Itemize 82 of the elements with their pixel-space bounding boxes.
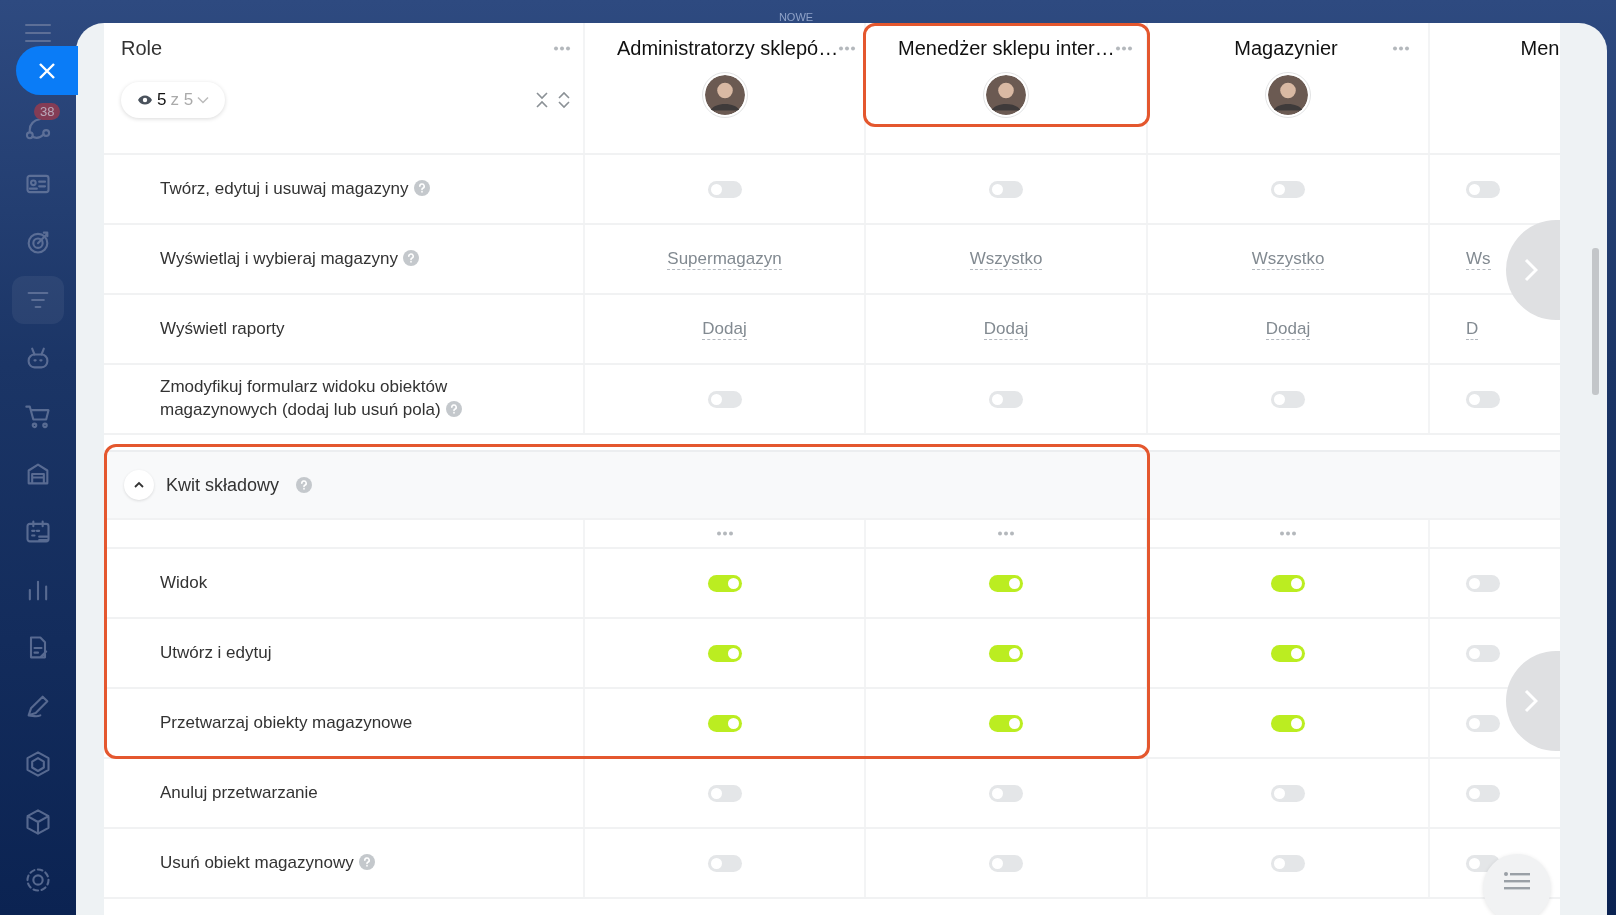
more-icon[interactable]: [1279, 531, 1297, 536]
value-link[interactable]: Dodaj: [983, 318, 1029, 340]
column-title: Role: [121, 37, 163, 60]
toggle-switch[interactable]: [1271, 784, 1305, 802]
permission-label: Przetwarzaj obiekty magazynowe: [160, 711, 413, 734]
toggle-switch[interactable]: [1466, 714, 1500, 732]
more-icon[interactable]: [715, 531, 734, 536]
toggle-switch[interactable]: [1466, 390, 1500, 408]
role-name: Administratorzy sklepó…: [617, 37, 839, 60]
permission-label: Widok: [160, 571, 208, 594]
toggle-switch[interactable]: [1271, 714, 1305, 732]
more-icon[interactable]: [997, 531, 1015, 536]
value-link[interactable]: Wszystko: [969, 248, 1043, 270]
top-label: NOWE: [778, 11, 814, 23]
more-icon[interactable]: [1392, 46, 1410, 51]
list-icon: [1504, 872, 1530, 890]
chevron-right-icon: [1524, 689, 1538, 713]
toggle-switch[interactable]: [707, 784, 742, 802]
help-icon[interactable]: [402, 249, 419, 266]
expand-all-icon[interactable]: [557, 91, 571, 109]
value-link[interactable]: Supermagazyn: [667, 248, 782, 270]
toggle-switch[interactable]: [707, 180, 742, 198]
toggle-switch[interactable]: [707, 644, 742, 662]
more-icon[interactable]: [1114, 46, 1133, 51]
more-icon[interactable]: [838, 46, 857, 51]
permission-label: Wyświetlaj i wybieraj magazyny: [160, 247, 419, 271]
visible-roles-filter[interactable]: 5 z 5: [121, 82, 226, 118]
permission-label: Wyświetl raporty: [160, 317, 285, 340]
toggle-switch[interactable]: [1271, 854, 1305, 872]
toggle-switch[interactable]: [1271, 180, 1305, 198]
value-link[interactable]: D: [1466, 318, 1479, 340]
toggle-switch[interactable]: [1271, 644, 1305, 662]
box-icon: [24, 808, 52, 836]
toggle-switch[interactable]: [707, 574, 742, 592]
notification-badge: 38: [34, 103, 61, 120]
value-link[interactable]: Dodaj: [1265, 318, 1311, 340]
collapse-button[interactable]: [124, 470, 154, 500]
permission-label: Twórz, edytuj i usuwaj magazyny: [160, 177, 430, 201]
toggle-switch[interactable]: [989, 180, 1023, 198]
permission-label: Zmodyfikuj formularz widoku obiektów magazynowych (dodaj lub usuń pola): [160, 376, 490, 422]
role-name: Men: [1520, 37, 1560, 60]
sidebar-item[interactable]: [12, 276, 64, 324]
toggle-switch[interactable]: [989, 644, 1023, 662]
toggle-switch[interactable]: [707, 854, 742, 872]
role-name: Magazynier: [1233, 37, 1339, 60]
collapse-all-icon[interactable]: [535, 91, 549, 109]
value-link[interactable]: Wszystko: [1251, 248, 1325, 270]
section-title: Kwit składowy: [166, 474, 280, 496]
toggle-switch[interactable]: [707, 714, 742, 732]
help-icon[interactable]: [358, 853, 375, 870]
permission-label: Anuluj przetwarzanie: [160, 781, 318, 804]
toggle-switch[interactable]: [989, 714, 1023, 732]
help-icon[interactable]: [445, 401, 462, 417]
toggle-switch[interactable]: [989, 784, 1023, 802]
more-icon[interactable]: [553, 46, 571, 51]
chevron-right-icon: [1524, 258, 1538, 282]
menu-button[interactable]: [25, 24, 51, 42]
role-name: Menedżer sklepu inter…: [898, 37, 1115, 60]
toggle-switch[interactable]: [989, 574, 1023, 592]
chevron-up-icon: [133, 481, 145, 489]
toggle-switch[interactable]: [1466, 180, 1500, 198]
toggle-switch[interactable]: [989, 390, 1023, 408]
toggle-switch[interactable]: [1466, 574, 1500, 592]
eye-icon: [137, 94, 153, 106]
permission-label: Utwórz i edytuj: [160, 641, 272, 664]
toggle-switch[interactable]: [707, 390, 742, 408]
value-link[interactable]: Ws: [1466, 248, 1491, 270]
toggle-switch[interactable]: [989, 854, 1023, 872]
help-icon[interactable]: [413, 179, 430, 196]
help-icon[interactable]: [296, 477, 313, 493]
value-link[interactable]: Dodaj: [702, 318, 747, 340]
toggle-switch[interactable]: [1466, 644, 1500, 662]
scrollbar-thumb[interactable]: [1592, 248, 1599, 395]
close-icon: [38, 61, 56, 80]
chevron-down-icon: [197, 96, 210, 104]
toggle-switch[interactable]: [1271, 574, 1305, 592]
sidebar-item[interactable]: 38: [12, 102, 64, 150]
toggle-switch[interactable]: [1271, 390, 1305, 408]
close-button[interactable]: [16, 46, 78, 95]
permission-label: Usuń obiekt magazynowy: [160, 851, 375, 875]
toggle-switch[interactable]: [1466, 784, 1500, 802]
hexagon-icon: [24, 750, 52, 778]
